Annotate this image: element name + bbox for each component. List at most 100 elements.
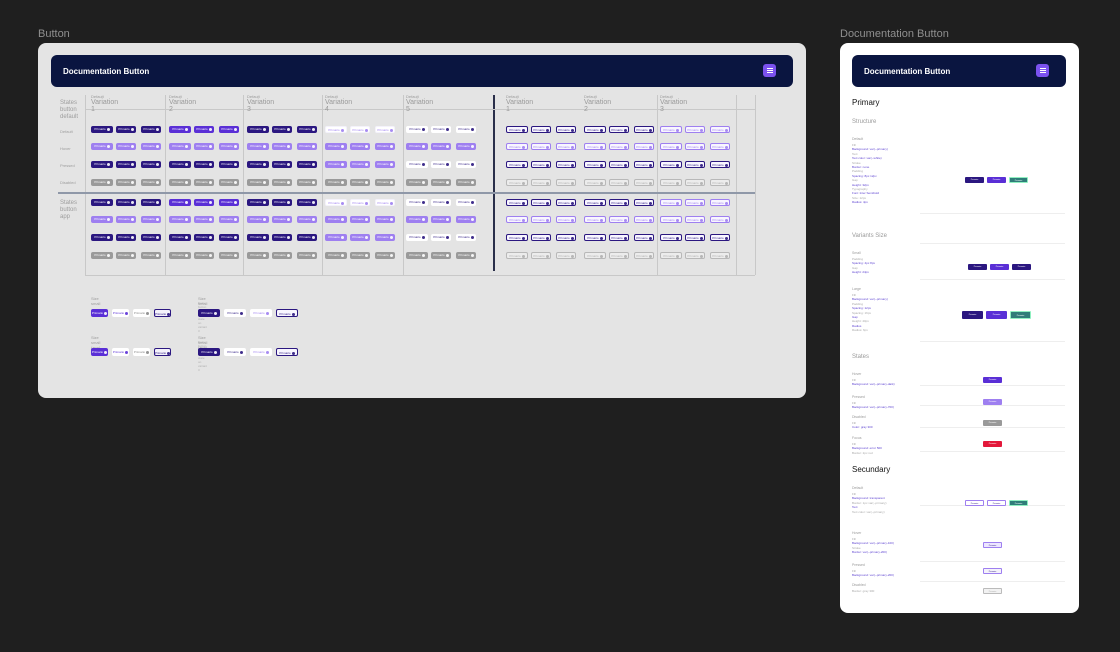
primary-button[interactable]: Primario xyxy=(431,234,451,241)
primary-button[interactable]: Primario xyxy=(609,234,629,241)
primary-button[interactable]: Primario xyxy=(609,126,629,133)
primary-button[interactable]: Primario xyxy=(506,216,528,223)
menu-icon[interactable] xyxy=(763,64,776,77)
doc-example-button[interactable]: Primario xyxy=(968,264,987,270)
primary-button[interactable]: Primario xyxy=(556,161,576,168)
doc-example-button[interactable]: Primario xyxy=(1009,177,1028,183)
primary-button[interactable]: Primario xyxy=(247,216,269,223)
doc-example-button[interactable]: Primario xyxy=(962,311,983,319)
primary-button[interactable]: Primario xyxy=(685,252,705,259)
doc-example-button[interactable]: Primario xyxy=(987,177,1006,183)
primary-button[interactable]: Primario xyxy=(116,234,136,241)
primary-button[interactable]: Primario xyxy=(375,234,395,241)
primary-button[interactable]: Primario xyxy=(634,252,654,259)
primary-button[interactable]: Primario xyxy=(375,199,395,206)
primary-button[interactable]: Primario xyxy=(272,216,292,223)
primary-button[interactable]: Primario xyxy=(325,179,347,186)
primary-button[interactable]: Primario xyxy=(375,179,395,186)
primary-button[interactable]: Primario xyxy=(272,126,292,133)
primary-button[interactable]: Primario xyxy=(91,126,113,133)
doc-example-button[interactable]: Primario xyxy=(965,177,984,183)
doc-example-button[interactable]: Primario xyxy=(983,588,1002,594)
small-button[interactable]: Primario xyxy=(112,309,129,317)
primary-button[interactable]: Primario xyxy=(634,216,654,223)
small-button[interactable]: Primario xyxy=(276,348,298,356)
primary-button[interactable]: Primario xyxy=(584,126,606,133)
primary-button[interactable]: Primario xyxy=(456,179,476,186)
primary-button[interactable]: Primario xyxy=(194,161,214,168)
primary-button[interactable]: Primario xyxy=(194,179,214,186)
primary-button[interactable]: Primario xyxy=(456,216,476,223)
primary-button[interactable]: Primario xyxy=(219,126,239,133)
primary-button[interactable]: Primario xyxy=(531,126,551,133)
primary-button[interactable]: Primario xyxy=(660,234,682,241)
primary-button[interactable]: Primario xyxy=(375,216,395,223)
primary-button[interactable]: Primario xyxy=(406,179,428,186)
primary-button[interactable]: Primario xyxy=(634,234,654,241)
primary-button[interactable]: Primario xyxy=(141,252,161,259)
primary-button[interactable]: Primario xyxy=(609,199,629,206)
primary-button[interactable]: Primario xyxy=(141,216,161,223)
primary-button[interactable]: Primario xyxy=(116,216,136,223)
primary-button[interactable]: Primario xyxy=(456,161,476,168)
primary-button[interactable]: Primario xyxy=(660,216,682,223)
primary-button[interactable]: Primario xyxy=(141,179,161,186)
primary-button[interactable]: Primario xyxy=(297,161,317,168)
primary-button[interactable]: Primario xyxy=(431,126,451,133)
primary-button[interactable]: Primario xyxy=(584,161,606,168)
primary-button[interactable]: Primario xyxy=(297,179,317,186)
primary-button[interactable]: Primario xyxy=(272,252,292,259)
primary-button[interactable]: Primario xyxy=(431,143,451,150)
primary-button[interactable]: Primario xyxy=(634,199,654,206)
primary-button[interactable]: Primario xyxy=(91,161,113,168)
doc-example-button[interactable]: Primario xyxy=(983,377,1002,383)
primary-button[interactable]: Primario xyxy=(609,143,629,150)
primary-button[interactable]: Primario xyxy=(350,143,370,150)
primary-button[interactable]: Primario xyxy=(685,161,705,168)
primary-button[interactable]: Primario xyxy=(634,143,654,150)
primary-button[interactable]: Primario xyxy=(194,143,214,150)
primary-button[interactable]: Primario xyxy=(169,126,191,133)
primary-button[interactable]: Primario xyxy=(584,199,606,206)
primary-button[interactable]: Primario xyxy=(116,161,136,168)
primary-button[interactable]: Primario xyxy=(609,179,629,186)
small-button[interactable]: Primario xyxy=(154,348,171,356)
primary-button[interactable]: Primario xyxy=(91,143,113,150)
primary-button[interactable]: Primario xyxy=(141,199,161,206)
primary-button[interactable]: Primario xyxy=(91,234,113,241)
primary-button[interactable]: Primario xyxy=(710,234,730,241)
doc-example-button[interactable]: Primario xyxy=(986,311,1007,319)
primary-button[interactable]: Primario xyxy=(584,234,606,241)
primary-button[interactable]: Primario xyxy=(325,216,347,223)
small-button[interactable]: Primario xyxy=(276,309,298,317)
primary-button[interactable]: Primario xyxy=(710,216,730,223)
primary-button[interactable]: Primario xyxy=(556,179,576,186)
primary-button[interactable]: Primario xyxy=(325,199,347,206)
primary-button[interactable]: Primario xyxy=(297,143,317,150)
small-button[interactable]: Primario xyxy=(250,348,272,356)
primary-button[interactable]: Primario xyxy=(272,161,292,168)
primary-button[interactable]: Primario xyxy=(406,216,428,223)
primary-button[interactable]: Primario xyxy=(219,179,239,186)
menu-icon[interactable] xyxy=(1036,64,1049,77)
primary-button[interactable]: Primario xyxy=(556,234,576,241)
small-button[interactable]: Primario xyxy=(133,309,150,317)
primary-button[interactable]: Primario xyxy=(710,143,730,150)
small-button[interactable]: Primario xyxy=(112,348,129,356)
primary-button[interactable]: Primario xyxy=(660,126,682,133)
doc-example-button[interactable]: Primario xyxy=(990,264,1009,270)
primary-button[interactable]: Primario xyxy=(194,216,214,223)
primary-button[interactable]: Primario xyxy=(406,252,428,259)
small-button[interactable]: Primario xyxy=(198,309,220,317)
primary-button[interactable]: Primario xyxy=(375,161,395,168)
primary-button[interactable]: Primario xyxy=(219,216,239,223)
primary-button[interactable]: Primario xyxy=(350,216,370,223)
primary-button[interactable]: Primario xyxy=(634,161,654,168)
primary-button[interactable]: Primario xyxy=(660,161,682,168)
primary-button[interactable]: Primario xyxy=(531,179,551,186)
primary-button[interactable]: Primario xyxy=(556,216,576,223)
doc-example-button[interactable]: Primario xyxy=(983,399,1002,405)
primary-button[interactable]: Primario xyxy=(660,252,682,259)
primary-button[interactable]: Primario xyxy=(169,199,191,206)
primary-button[interactable]: Primario xyxy=(141,234,161,241)
